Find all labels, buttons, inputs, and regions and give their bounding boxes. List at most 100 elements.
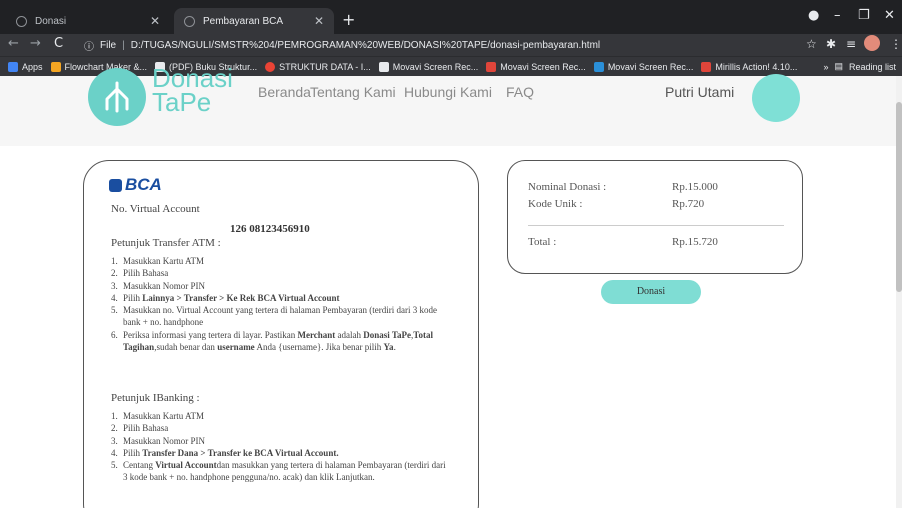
reading-list[interactable]: » ▤ Reading list <box>823 61 896 72</box>
bca-icon <box>109 178 122 192</box>
step-item: 1. Masukkan Kartu ATM <box>111 255 451 267</box>
page-viewport: Donasi TaPe Beranda Tentang Kami Hubungi… <box>0 65 902 508</box>
extensions-icon[interactable]: ✱ <box>826 37 836 51</box>
va-number: 126 08123456910 <box>230 223 310 235</box>
info-icon[interactable]: ⓘ <box>84 38 94 53</box>
bookmark-item[interactable]: STRUKTUR DATA - I... <box>265 61 371 72</box>
step-text: Pilih Transfer Dana > Transfer ke BCA Vi… <box>123 447 339 458</box>
total-label: Total : <box>528 236 557 248</box>
bookmark-label: STRUKTUR DATA - I... <box>279 61 371 72</box>
bookmark-item[interactable]: Movavi Screen Rec... <box>593 61 694 72</box>
nav-hubungi-kami[interactable]: Hubungi Kami <box>404 84 492 100</box>
url-scheme: File <box>100 39 117 51</box>
step-text: Pilih Lainnya > Transfer > Ke Rek BCA Vi… <box>123 292 340 303</box>
menu-icon[interactable]: ⋮ <box>890 37 902 51</box>
record-icon[interactable]: ● <box>808 8 819 23</box>
forward-button[interactable]: → <box>30 36 41 51</box>
kode-unik-label: Kode Unik : <box>528 198 583 210</box>
nav-faq[interactable]: FAQ <box>506 84 534 100</box>
minimize-button[interactable]: – <box>834 8 841 23</box>
step-text: Periksa informasi yang tertera di layar.… <box>123 329 433 353</box>
tab-pembayaran-bca[interactable]: Pembayaran BCA ✕ <box>174 8 334 34</box>
step-number: 5. <box>111 460 118 471</box>
bookmark-item[interactable]: Mirillis Action! 4.10... <box>701 61 798 72</box>
close-icon[interactable]: ✕ <box>314 14 324 28</box>
maximize-button[interactable]: ❐ <box>858 8 870 23</box>
payment-card: BCA No. Virtual Account 126 08123456910 … <box>83 160 479 508</box>
chevron-more-icon[interactable]: » <box>823 62 828 72</box>
step-number: 5. <box>111 305 118 316</box>
url-separator: | <box>122 39 125 51</box>
nav-tentang-kami[interactable]: Tentang Kami <box>310 84 396 100</box>
nominal-label: Nominal Donasi : <box>528 181 607 193</box>
user-avatar[interactable] <box>752 74 800 122</box>
tab-title: Donasi <box>35 15 67 27</box>
flowchart-icon <box>50 61 61 72</box>
bookmark-star-icon[interactable]: ☆ <box>806 37 817 51</box>
profile-avatar[interactable] <box>864 35 880 51</box>
divider <box>528 225 784 226</box>
tab-donasi[interactable]: Donasi ✕ <box>6 8 170 34</box>
bookmark-item[interactable]: Movavi Screen Rec... <box>486 61 586 72</box>
nav-beranda[interactable]: Beranda <box>258 84 311 100</box>
window-close-button[interactable]: ✕ <box>884 8 895 23</box>
hands-icon <box>105 81 129 113</box>
user-name[interactable]: Putri Utami <box>665 84 734 100</box>
summary-card: Nominal Donasi : Rp.15.000 Kode Unik : R… <box>507 160 803 274</box>
step-item: 5. Centang Virtual Accountdan masukkan ya… <box>111 459 451 484</box>
bca-wordmark: BCA <box>125 175 162 194</box>
va-label: No. Virtual Account <box>111 203 200 215</box>
logo-line-tape: TaPe <box>152 87 212 117</box>
step-number: 1. <box>111 256 118 266</box>
ibanking-steps-list: 1. Masukkan Kartu ATM 2. Pilih Bahasa 3. Masu… <box>111 410 451 484</box>
step-number: 4. <box>111 292 118 303</box>
new-tab-button[interactable]: + <box>342 10 355 29</box>
movavi-icon <box>486 61 497 72</box>
step-text: Centang Virtual Accountdan masukkan yang… <box>123 460 446 483</box>
bookmark-label: Apps <box>22 61 43 72</box>
step-number: 3. <box>111 435 118 446</box>
bookmark-item[interactable]: Flowchart Maker &... <box>50 61 147 72</box>
bookmark-item[interactable]: Movavi Screen Rec... <box>378 61 478 72</box>
close-icon[interactable]: ✕ <box>150 14 160 28</box>
atm-steps-list: 1. Masukkan Kartu ATM 2. Pilih Bahasa 3. Masu… <box>111 255 451 353</box>
tab-title: Pembayaran BCA <box>203 15 284 27</box>
reload-button[interactable]: C <box>54 36 63 51</box>
globe-icon <box>16 15 27 27</box>
step-number: 2. <box>111 268 118 279</box>
reading-list-label: Reading list <box>848 61 896 72</box>
address-toolbar: ← → C ⓘ File | D:/TUGAS/NGULI/SMSTR%204/… <box>0 34 902 56</box>
movavi-icon <box>378 61 389 72</box>
browser-tab-strip: Donasi ✕ Pembayaran BCA ✕ + ● – ❐ ✕ <box>0 0 902 34</box>
bca-logo: BCA <box>109 175 162 195</box>
bookmark-label: Movavi Screen Rec... <box>607 61 694 72</box>
step-item: 1. Masukkan Kartu ATM <box>111 410 451 422</box>
donasi-button[interactable]: Donasi <box>601 280 701 304</box>
playlist-icon[interactable]: ≡ <box>846 37 856 51</box>
step-item: 6. Periksa informasi yang tertera di laya… <box>111 329 451 354</box>
ibanking-title: Petunjuk IBanking : <box>111 392 200 404</box>
bookmark-apps[interactable]: Apps <box>8 61 43 72</box>
step-number: 4. <box>111 447 118 458</box>
bookmark-label: Mirillis Action! 4.10... <box>715 61 798 72</box>
bookmarks-bar: Apps Flowchart Maker &... (PDF) Buku Str… <box>0 56 902 76</box>
address-bar[interactable]: ⓘ File | D:/TUGAS/NGULI/SMSTR%204/PEMROG… <box>84 37 794 53</box>
reading-list-icon: ▤ <box>834 61 843 71</box>
step-number: 3. <box>111 280 118 291</box>
step-number: 1. <box>111 411 118 421</box>
back-button[interactable]: ← <box>8 36 19 51</box>
step-text: Pilih Bahasa <box>123 268 169 279</box>
apps-icon <box>8 61 18 72</box>
scrollbar-thumb[interactable] <box>896 102 902 292</box>
mirillis-icon <box>701 61 712 72</box>
site-header: Donasi TaPe Beranda Tentang Kami Hubungi… <box>0 65 896 146</box>
total-value: Rp.15.720 <box>672 236 718 248</box>
logo-text[interactable]: Donasi TaPe <box>152 65 233 117</box>
url-text: D:/TUGAS/NGULI/SMSTR%204/PEMROGRAMAN%20W… <box>130 39 601 51</box>
globe-icon <box>184 15 195 27</box>
step-text: Masukkan no. Virtual Account yang terter… <box>123 305 437 328</box>
step-item: 2. Pilih Bahasa <box>111 267 451 279</box>
logo-mark[interactable] <box>88 68 146 126</box>
step-item: 4. Pilih Transfer Dana > Transfer ke BCA … <box>111 447 451 459</box>
bookmark-label: Movavi Screen Rec... <box>500 61 586 72</box>
